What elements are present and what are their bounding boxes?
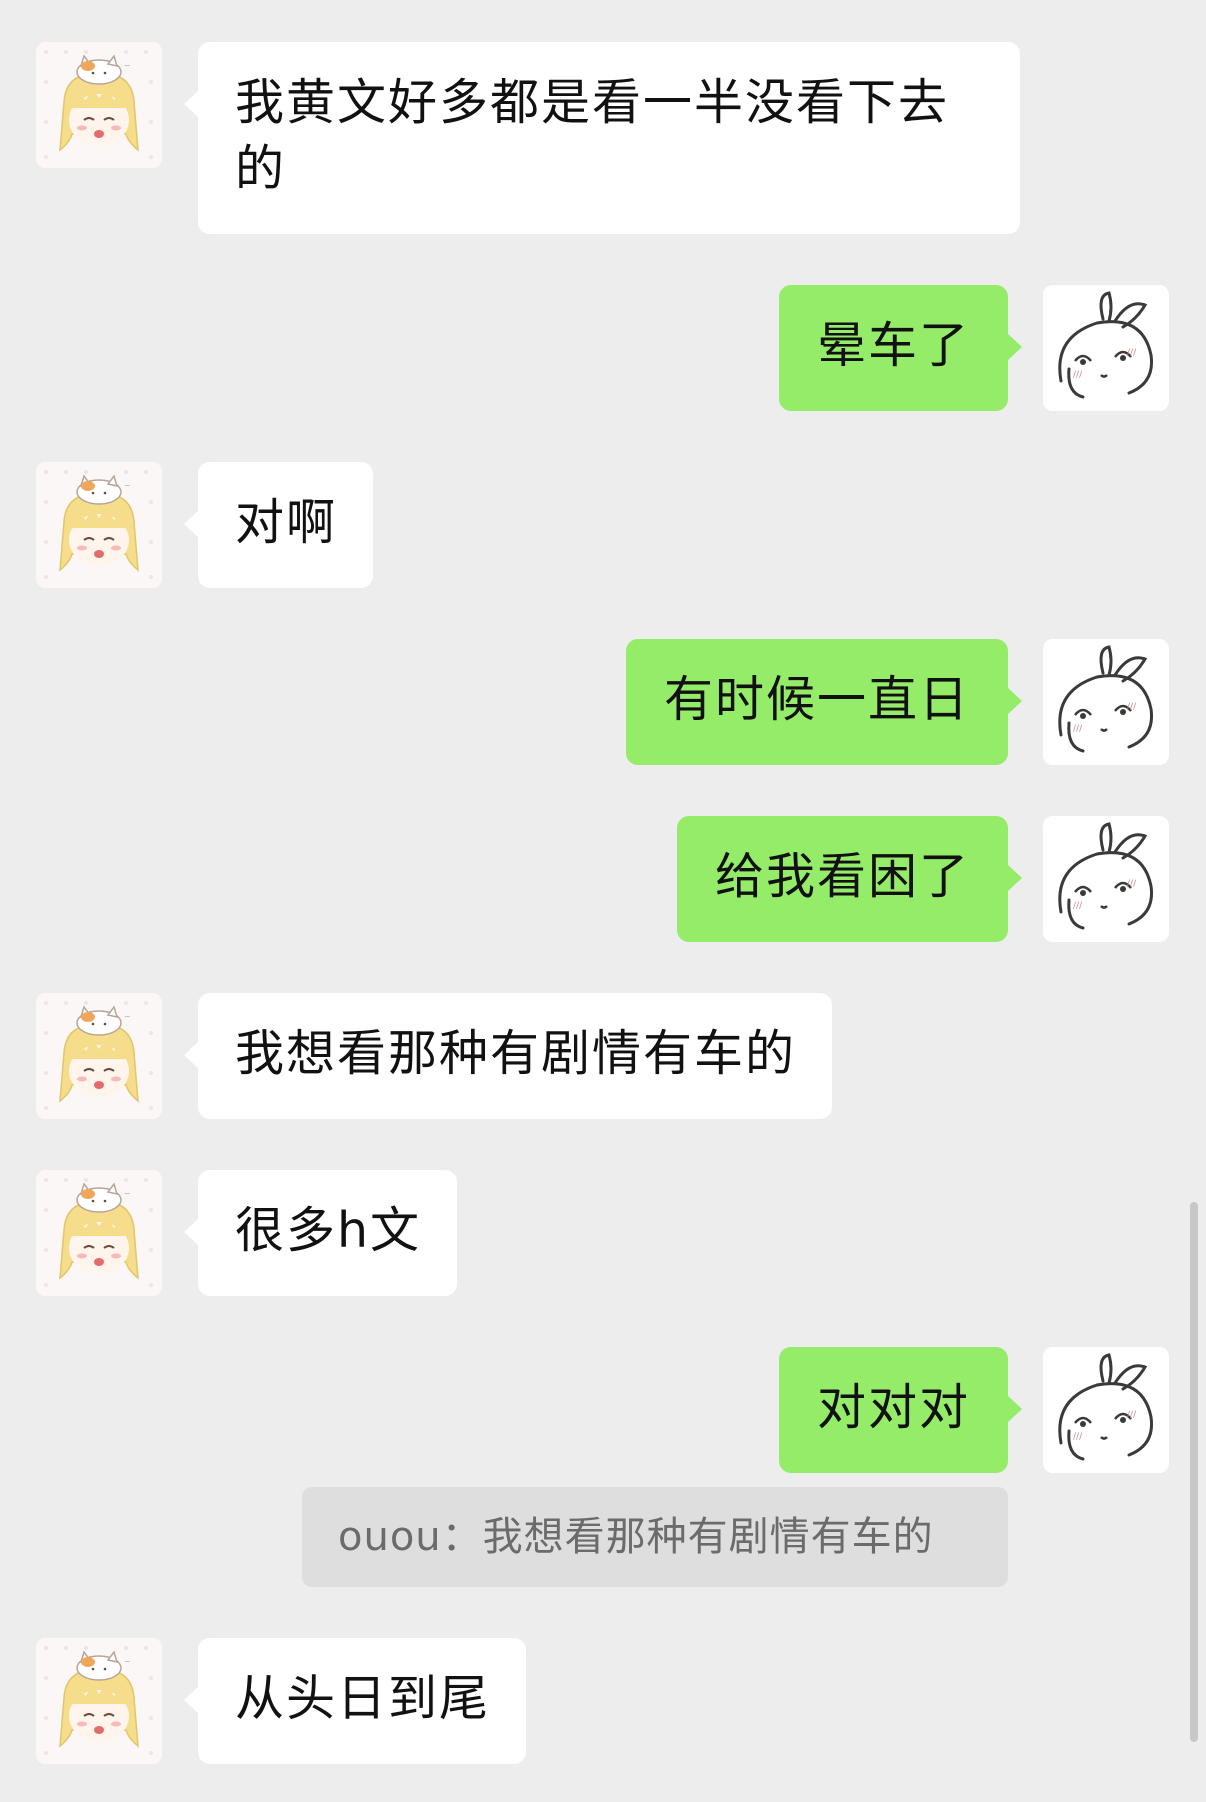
message-text: 有时候一直日 [663,671,970,728]
bunny-avatar-icon [1043,639,1169,765]
anime-girl-with-cat-avatar-icon [36,993,162,1119]
anime-girl-with-cat-avatar-icon [36,1170,162,1296]
my-avatar[interactable] [1043,816,1169,942]
message-bubble-incoming[interactable]: 从头日到尾 [183,1638,527,1764]
message-bubble-incoming[interactable]: 很多h文 [183,1170,458,1296]
message-bubble-outgoing[interactable]: 给我看困了 [676,816,1023,942]
message-text: 很多h文 [235,1202,422,1259]
quoted-message-text: ouou：我想看那种有剧情有车的 [338,1514,934,1560]
contact-avatar[interactable] [36,462,162,588]
chat-window: 我黄文好多都是看一半没看下去的 晕车了 对啊 有时候一直日 给我看困了 我想看那… [0,0,1206,1802]
anime-girl-with-cat-avatar-icon [36,42,162,168]
scrollbar[interactable] [1190,1202,1198,1742]
message-text: 我黄文好多都是看一半没看下去的 [235,74,950,197]
contact-avatar[interactable] [36,42,162,168]
message-text: 我想看那种有剧情有车的 [235,1025,797,1082]
quoted-message[interactable]: ouou：我想看那种有剧情有车的 [302,1487,1008,1587]
contact-avatar[interactable] [36,1638,162,1764]
message-bubble-incoming[interactable]: 我想看那种有剧情有车的 [183,993,833,1119]
bunny-avatar-icon [1043,285,1169,411]
message-bubble-outgoing[interactable]: 晕车了 [778,285,1023,411]
message-text: 对啊 [235,494,338,551]
bunny-avatar-icon [1043,1347,1169,1473]
message-text: 给我看困了 [714,848,970,905]
message-text: 从头日到尾 [235,1670,491,1727]
my-avatar[interactable] [1043,285,1169,411]
contact-avatar[interactable] [36,993,162,1119]
message-bubble-outgoing[interactable]: 有时候一直日 [625,639,1023,765]
anime-girl-with-cat-avatar-icon [36,462,162,588]
message-bubble-incoming[interactable]: 对啊 [183,462,374,588]
contact-avatar[interactable] [36,1170,162,1296]
message-text: 晕车了 [816,317,970,374]
message-text: 对对对 [816,1379,970,1436]
message-bubble-outgoing[interactable]: 对对对 [778,1347,1023,1473]
message-bubble-incoming[interactable]: 我黄文好多都是看一半没看下去的 [184,42,1020,234]
bunny-avatar-icon [1043,816,1169,942]
anime-girl-with-cat-avatar-icon [36,1638,162,1764]
my-avatar[interactable] [1043,1347,1169,1473]
my-avatar[interactable] [1043,639,1169,765]
